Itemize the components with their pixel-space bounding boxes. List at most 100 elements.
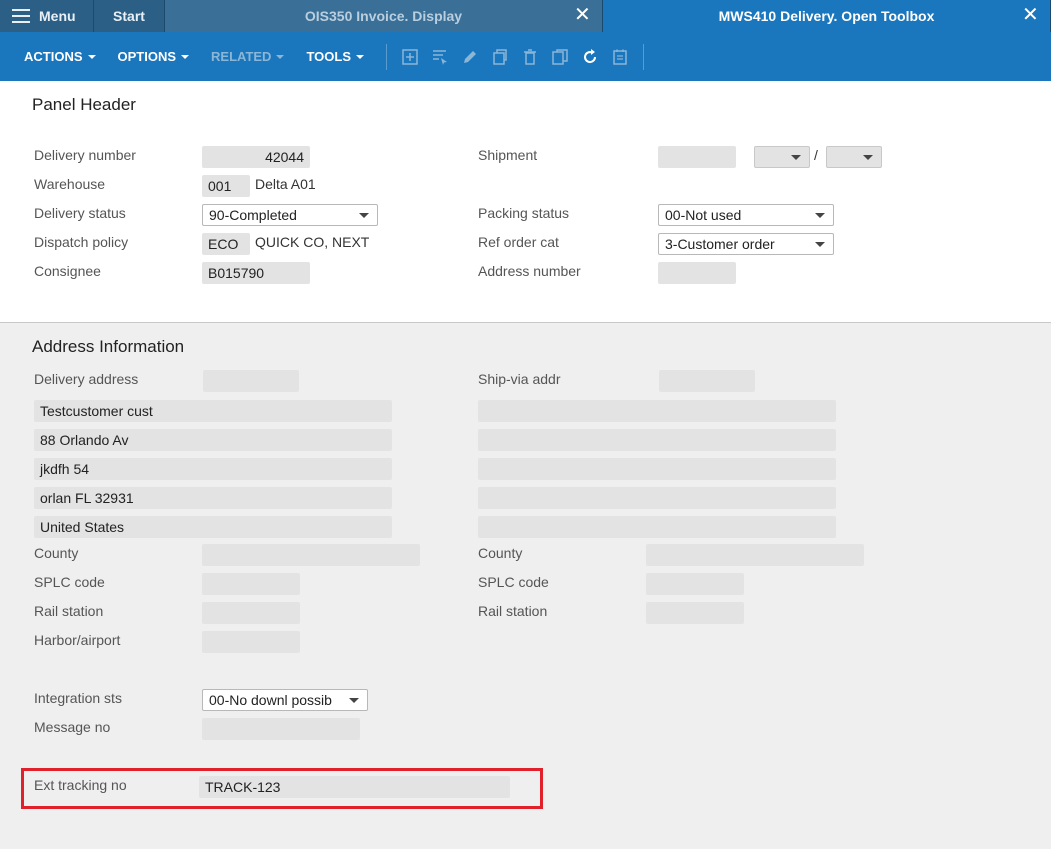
edit-icon[interactable] <box>459 46 481 68</box>
shipment-field[interactable] <box>658 146 736 168</box>
ship-via-splc-field[interactable] <box>646 573 744 595</box>
ship-via-rail-station-field[interactable] <box>646 602 744 624</box>
rail-station-label: Rail station <box>34 603 104 619</box>
delivery-address-line-5[interactable]: United States <box>34 516 392 538</box>
menu-button[interactable]: Menu <box>0 0 94 32</box>
chevron-down-icon <box>359 213 369 218</box>
actions-label: ACTIONS <box>24 49 83 64</box>
tab-ois350-label: OIS350 Invoice. Display <box>304 8 463 24</box>
harbor-field[interactable] <box>202 631 300 653</box>
close-icon[interactable]: ✕ <box>1022 5 1039 25</box>
tab-start-label: Start <box>113 8 145 24</box>
shipment-select-2[interactable] <box>826 146 882 168</box>
packing-status-label: Packing status <box>478 205 570 221</box>
warehouse-name: Delta A01 <box>255 176 316 192</box>
chevron-down-icon <box>349 698 359 703</box>
ship-via-splc-label: SPLC code <box>478 574 549 590</box>
consignee-label: Consignee <box>34 263 101 279</box>
dispatch-policy-label: Dispatch policy <box>34 234 129 250</box>
copy-icon[interactable] <box>489 46 511 68</box>
warehouse-label: Warehouse <box>34 176 106 192</box>
splc-field[interactable] <box>202 573 300 595</box>
ref-order-cat-select[interactable]: 3-Customer order <box>658 233 834 255</box>
tab-mws410[interactable]: MWS410 Delivery. Open Toolbox ✕ <box>603 0 1051 32</box>
options-label: OPTIONS <box>117 49 177 64</box>
message-no-field[interactable] <box>202 718 360 740</box>
ref-order-cat-value: 3-Customer order <box>665 236 775 252</box>
tab-start[interactable]: Start <box>94 0 165 32</box>
caret-down-icon <box>276 54 285 59</box>
notes-icon[interactable] <box>609 46 631 68</box>
tab-mws410-label: MWS410 Delivery. Open Toolbox <box>718 8 935 24</box>
panel-header: Panel Header Delivery number 42044 Wareh… <box>0 81 1051 323</box>
delivery-number-field[interactable]: 42044 <box>202 146 310 168</box>
ship-via-county-field[interactable] <box>646 544 864 566</box>
ref-order-cat-label: Ref order cat <box>478 234 559 250</box>
dispatch-policy-name: QUICK CO, NEXT <box>255 234 370 250</box>
integration-select[interactable]: 00-No downl possib <box>202 689 368 711</box>
toolbar-separator <box>386 43 387 70</box>
delivery-address-field[interactable] <box>203 370 299 392</box>
shipment-select-1[interactable] <box>754 146 810 168</box>
caret-down-icon <box>181 54 190 59</box>
tab-ois350[interactable]: OIS350 Invoice. Display ✕ <box>165 0 603 32</box>
message-no-label: Message no <box>34 719 111 735</box>
highlight-box <box>21 768 543 809</box>
options-menu[interactable]: OPTIONS <box>118 49 190 64</box>
ship-via-line-2[interactable] <box>478 429 836 451</box>
tools-menu[interactable]: TOOLS <box>306 49 364 64</box>
address-number-field[interactable] <box>658 262 736 284</box>
delivery-address-line-4[interactable]: orlan FL 32931 <box>34 487 392 509</box>
chevron-down-icon <box>815 242 825 247</box>
dispatch-policy-field[interactable]: ECO <box>202 233 250 255</box>
consignee-field[interactable]: B015790 <box>202 262 310 284</box>
menu-label: Menu <box>39 8 76 24</box>
ship-via-line-4[interactable] <box>478 487 836 509</box>
packing-status-value: 00-Not used <box>665 207 742 223</box>
chevron-down-icon <box>791 155 801 160</box>
close-icon[interactable]: ✕ <box>574 5 591 25</box>
select-icon[interactable] <box>429 46 451 68</box>
delivery-status-value: 90-Completed <box>209 207 297 223</box>
shipment-separator: / <box>814 147 818 163</box>
delivery-address-line-2[interactable]: 88 Orlando Av <box>34 429 392 451</box>
duplicate-icon[interactable] <box>549 46 571 68</box>
tools-label: TOOLS <box>306 49 351 64</box>
caret-down-icon <box>356 54 364 59</box>
integration-value: 00-No downl possib <box>209 692 332 708</box>
rail-station-field[interactable] <box>202 602 300 624</box>
refresh-icon[interactable] <box>579 46 601 68</box>
address-info-title: Address Information <box>32 337 185 356</box>
delete-icon[interactable] <box>519 46 541 68</box>
delivery-number-label: Delivery number <box>34 147 136 163</box>
delivery-address-line-1[interactable]: Testcustomer cust <box>34 400 392 422</box>
related-menu[interactable]: RELATED <box>211 49 285 64</box>
chevron-down-icon <box>815 213 825 218</box>
actions-menu[interactable]: ACTIONS <box>24 49 96 64</box>
harbor-label: Harbor/airport <box>34 632 121 648</box>
ship-via-field[interactable] <box>659 370 755 392</box>
toolbar-separator <box>643 43 644 70</box>
county-label: County <box>34 545 79 561</box>
packing-status-select[interactable]: 00-Not used <box>658 204 834 226</box>
shipment-label: Shipment <box>478 147 538 163</box>
hamburger-icon <box>12 9 30 23</box>
delivery-address-line-3[interactable]: jkdfh 54 <box>34 458 392 480</box>
ship-via-line-1[interactable] <box>478 400 836 422</box>
delivery-status-label: Delivery status <box>34 205 126 221</box>
warehouse-field[interactable]: 001 <box>202 175 250 197</box>
county-field[interactable] <box>202 544 420 566</box>
ship-via-line-3[interactable] <box>478 458 836 480</box>
delivery-status-select[interactable]: 90-Completed <box>202 204 378 226</box>
related-label: RELATED <box>211 49 272 64</box>
ship-via-label: Ship-via addr <box>478 371 561 387</box>
delivery-address-label: Delivery address <box>34 371 139 387</box>
panel-header-title: Panel Header <box>32 95 136 114</box>
splc-label: SPLC code <box>34 574 105 590</box>
caret-down-icon <box>87 54 96 59</box>
ship-via-county-label: County <box>478 545 523 561</box>
tab-bar: Menu Start OIS350 Invoice. Display ✕ MWS… <box>0 0 1051 32</box>
ship-via-line-5[interactable] <box>478 516 836 538</box>
chevron-down-icon <box>863 155 873 160</box>
add-icon[interactable] <box>399 46 421 68</box>
